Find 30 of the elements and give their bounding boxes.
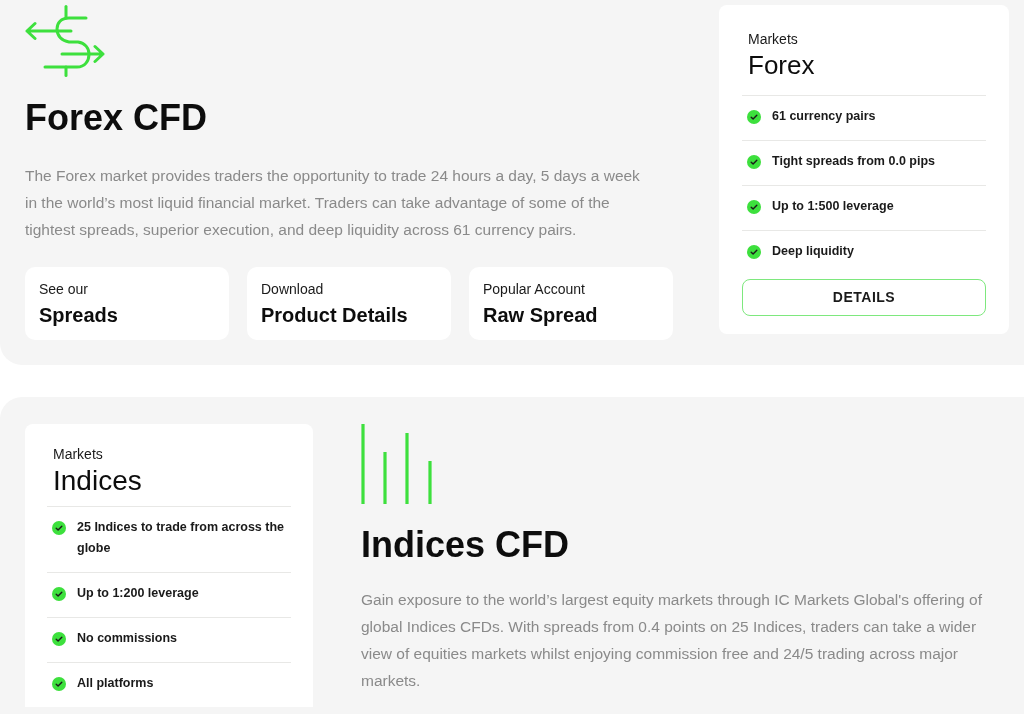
check-icon	[747, 200, 761, 214]
check-icon	[747, 155, 761, 169]
link-card[interactable]: Popular Account Raw Spread	[469, 267, 673, 340]
feature-text: Up to 1:500 leverage	[772, 198, 894, 215]
check-icon	[52, 677, 66, 691]
check-icon	[747, 110, 761, 124]
section-title: Indices CFD	[361, 523, 571, 567]
section-title: Forex CFD	[25, 96, 209, 140]
feature-text: Deep liquidity	[772, 243, 854, 260]
card-title: Indices	[53, 464, 143, 498]
feature-text: 25 Indices to trade from across the globe	[77, 519, 285, 557]
card-eyebrow: Markets	[748, 31, 799, 47]
link-card[interactable]: Download Product Details	[247, 267, 451, 340]
exchange-arrows-icon	[25, 5, 105, 77]
feature-text: No commissions	[77, 630, 178, 647]
feature-text: All platforms	[77, 675, 154, 692]
card-title: Forex	[748, 49, 816, 81]
check-icon	[52, 521, 66, 535]
check-icon	[52, 587, 66, 601]
feature-text: Tight spreads from 0.0 pips	[772, 153, 935, 170]
section-description: Gain exposure to the world’s largest equity markets through IC Markets Global's offering of global Indices CFDs. With spreads from 0.4 points on 25 Indices, traders can take a wider view of equities markets whilst enjoying commission free and 24/5 trading across major markets.	[361, 590, 983, 691]
check-icon	[52, 632, 66, 646]
feature-text: 61 currency pairs	[772, 108, 876, 125]
card-eyebrow: Markets	[53, 446, 104, 462]
section-description: The Forex market provides traders the opportunity to trade 24 hours a day, 5 days a week in the world’s most liquid financial market. Traders can take advantage of some of the tightest spreads, superior execution, and deep liquidity across 61 currency pairs.	[25, 166, 641, 240]
link-card[interactable]: See our Spreads	[25, 267, 229, 340]
check-icon	[747, 245, 761, 259]
details-button[interactable]: DETAILS	[742, 279, 986, 316]
feature-text: Up to 1:200 leverage	[77, 585, 199, 602]
vertical-bars-icon	[361, 424, 433, 504]
